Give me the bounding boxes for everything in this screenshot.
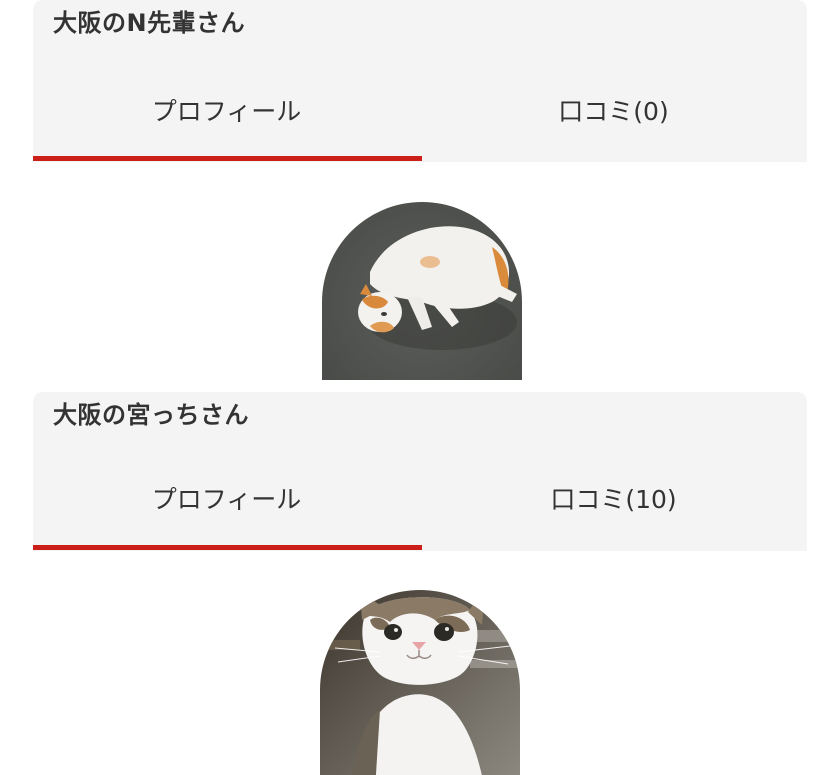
active-tab-indicator <box>33 156 422 161</box>
tab-reviews[interactable]: 口コミ(0) <box>420 76 807 144</box>
profile-tabs: プロフィール 口コミ(0) <box>33 76 807 144</box>
tab-reviews[interactable]: 口コミ(10) <box>420 464 807 532</box>
profile-avatar-cat-closeup[interactable] <box>320 590 520 775</box>
tab-profile[interactable]: プロフィール <box>33 76 420 144</box>
tab-profile[interactable]: プロフィール <box>33 464 420 532</box>
cat-lying-photo <box>322 202 522 380</box>
cat-closeup-photo <box>320 590 520 775</box>
profile-name: 大阪のN先輩さん <box>53 9 246 37</box>
profile-name: 大阪の宮っちさん <box>53 401 249 429</box>
active-tab-indicator <box>33 545 422 550</box>
profile-tabs: プロフィール 口コミ(10) <box>33 464 807 532</box>
profile-card-n-senpai: 大阪のN先輩さん プロフィール 口コミ(0) <box>33 0 807 162</box>
profile-card-miyacchi: 大阪の宮っちさん プロフィール 口コミ(10) <box>33 392 807 551</box>
profile-avatar-cat-lying[interactable] <box>322 202 522 380</box>
